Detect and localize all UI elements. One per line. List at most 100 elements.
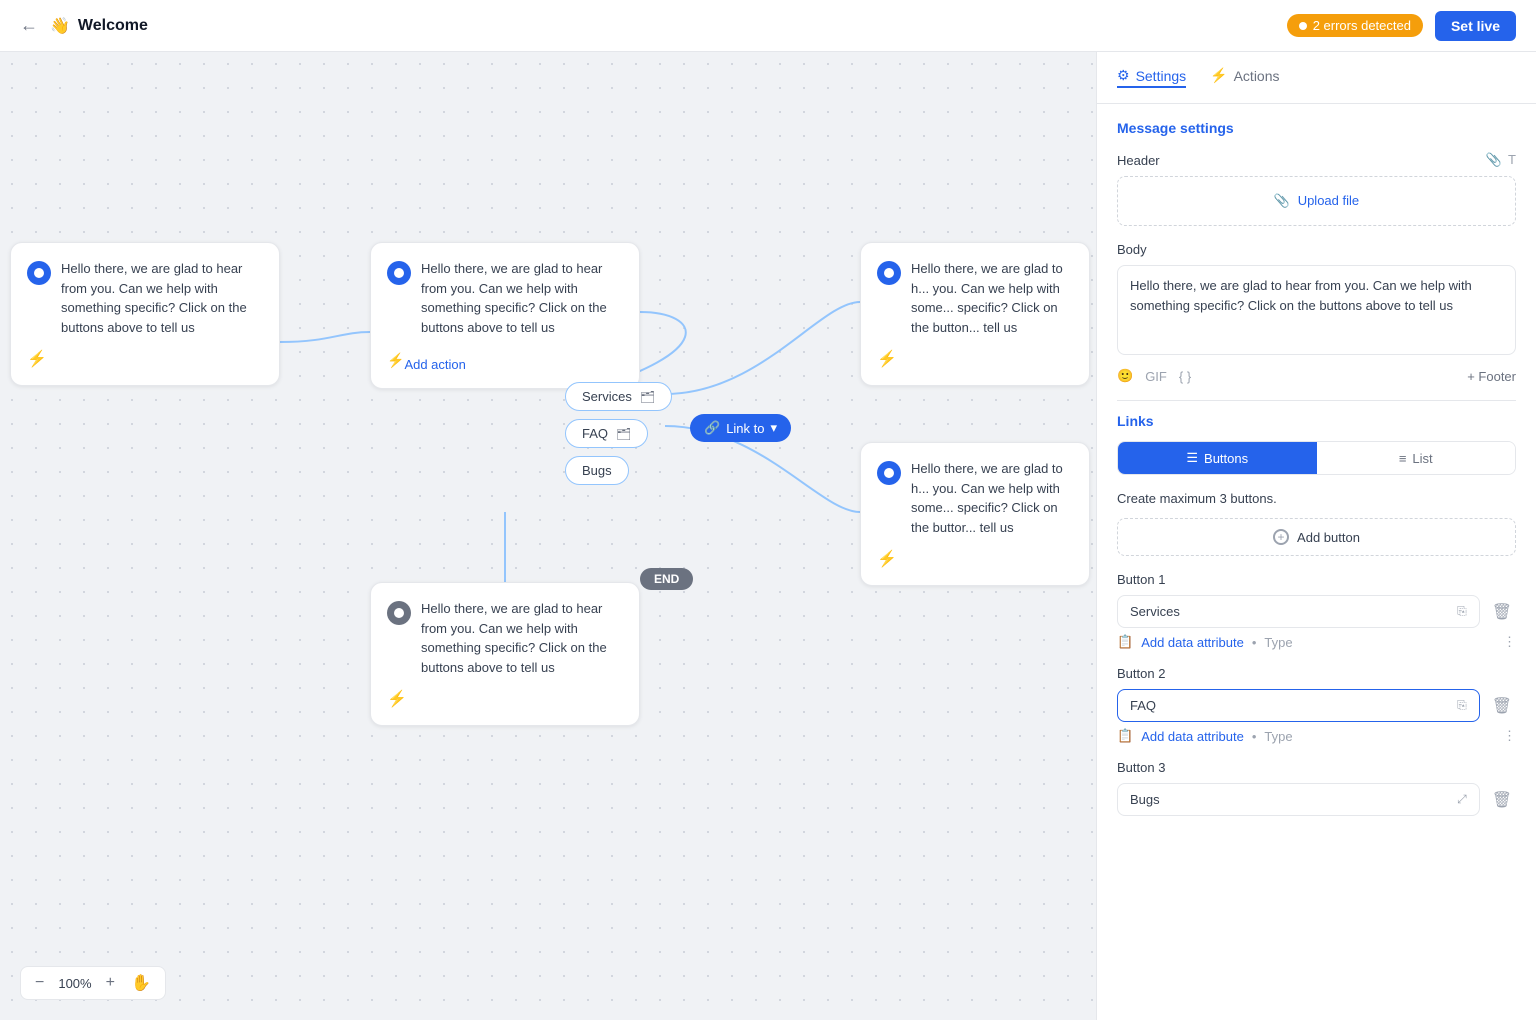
add-action-link[interactable]: Add action — [404, 357, 465, 372]
header-label-icons: 📎 T — [1486, 152, 1516, 168]
zoom-out-button[interactable]: − — [29, 972, 50, 994]
node-2-icon — [387, 261, 411, 285]
page-title-text: Welcome — [78, 17, 148, 35]
more-icon-2[interactable]: ⋮ — [1503, 728, 1516, 744]
tab-buttons-label: Buttons — [1204, 451, 1248, 466]
header-field-label: Header 📎 T — [1117, 152, 1516, 168]
button1-copy-icon[interactable]: ⎘ — [1457, 604, 1467, 619]
tab-list-label: List — [1412, 451, 1432, 466]
button2-row: FAQ ⎘ 🗑 — [1117, 689, 1516, 722]
node-5-text: Hello there, we are glad to hear from yo… — [421, 599, 623, 677]
button2-delete-btn[interactable]: 🗑 — [1488, 692, 1516, 720]
tab-list-btn[interactable]: ≡ List — [1317, 442, 1516, 474]
tab-switcher: ☰ Buttons ≡ List — [1117, 441, 1516, 475]
button2-copy-icon[interactable]: ⎘ — [1457, 698, 1467, 713]
buttons-list-icon: ☰ — [1186, 450, 1198, 466]
tab-settings-label: Settings — [1136, 68, 1187, 84]
bullet-1: • — [1252, 635, 1257, 650]
node-4-text: Hello there, we are glad to h... you. Ca… — [911, 459, 1073, 537]
settings-icon: ⚙ — [1117, 67, 1130, 84]
button3-row: Bugs ⤢ 🗑 — [1117, 783, 1516, 816]
paperclip-icon[interactable]: 📎 — [1486, 152, 1502, 168]
button3-input[interactable]: Bugs ⤢ — [1117, 783, 1480, 816]
tab-actions[interactable]: ⚡ Actions — [1210, 67, 1279, 88]
bolt-icon-4: ⚡ — [877, 549, 897, 569]
create-max-text: Create maximum 3 buttons. — [1117, 491, 1516, 506]
data-attr-row-1[interactable]: 📋 Add data attribute • Type ⋮ — [1117, 634, 1516, 650]
list-icon: ≡ — [1399, 451, 1407, 466]
panel-tabs: ⚙ Settings ⚡ Actions — [1097, 52, 1536, 104]
topbar-right: 2 errors detected Set live — [1287, 11, 1516, 41]
tab-buttons-btn[interactable]: ☰ Buttons — [1118, 442, 1317, 474]
gif-icon[interactable]: 🙂 — [1117, 368, 1133, 384]
pill-services-text: Services — [582, 389, 632, 404]
pill-services[interactable]: Services 🗂 — [565, 382, 672, 411]
body-toolbar: 🙂 GIF { } + Footer — [1117, 368, 1516, 384]
upload-label: Upload file — [1298, 193, 1359, 208]
pill-bugs[interactable]: Bugs — [565, 456, 629, 485]
bolt-icon-1: ⚡ — [27, 349, 47, 369]
node-3: Hello there, we are glad to h... you. Ca… — [860, 242, 1090, 386]
errors-text: 2 errors detected — [1313, 18, 1411, 33]
bolt-icon-3: ⚡ — [877, 349, 897, 369]
node-4: Hello there, we are glad to h... you. Ca… — [860, 442, 1090, 586]
hand-tool-button[interactable]: ✋ — [125, 971, 157, 995]
end-badge: END — [640, 568, 693, 590]
footer-label: + Footer — [1467, 369, 1516, 384]
add-data-attr-2: Add data attribute — [1141, 729, 1244, 744]
button2-input[interactable]: FAQ ⎘ — [1117, 689, 1480, 722]
footer-add[interactable]: + Footer — [1467, 369, 1516, 384]
node-2-footer: ⚡ Add action — [387, 349, 623, 372]
add-button-label: Add button — [1297, 530, 1360, 545]
button1-delete-btn[interactable]: 🗑 — [1488, 598, 1516, 626]
node-1-text: Hello there, we are glad to hear from yo… — [61, 259, 263, 337]
code-label[interactable]: { } — [1179, 369, 1191, 384]
header-label-text: Header — [1117, 153, 1160, 168]
upload-area[interactable]: 📎 Upload file — [1117, 176, 1516, 226]
node-1-footer: ⚡ — [27, 349, 263, 369]
node-4-header: Hello there, we are glad to h... you. Ca… — [877, 459, 1073, 537]
topbar: ← 👋 Welcome 2 errors detected Set live — [0, 0, 1536, 52]
pill-faq[interactable]: FAQ 🗂 — [565, 419, 648, 448]
pill-services-icon: 🗂 — [640, 390, 655, 404]
button1-value: Services — [1130, 604, 1457, 619]
node-3-text: Hello there, we are glad to h... you. Ca… — [911, 259, 1073, 337]
data-type-2: Type — [1264, 729, 1292, 744]
node-5-icon — [387, 601, 411, 625]
button1-label: Button 1 — [1117, 572, 1516, 587]
divider-1 — [1117, 400, 1516, 401]
panel-content: Message settings Header 📎 T 📎 Upload fil… — [1097, 104, 1536, 1020]
button2-value: FAQ — [1130, 698, 1457, 713]
node-5: Hello there, we are glad to hear from yo… — [370, 582, 640, 726]
more-icon-1[interactable]: ⋮ — [1503, 634, 1516, 650]
node-2-header: Hello there, we are glad to hear from yo… — [387, 259, 623, 337]
link-to-button[interactable]: 🔗 Link to ▾ — [690, 414, 791, 442]
text-icon[interactable]: T — [1508, 152, 1516, 168]
node-2-text: Hello there, we are glad to hear from yo… — [421, 259, 623, 337]
set-live-button[interactable]: Set live — [1435, 11, 1516, 41]
node-1-icon — [27, 261, 51, 285]
chevron-down-icon: ▾ — [771, 420, 778, 436]
bullet-2: • — [1252, 729, 1257, 744]
pill-faq-icon: 🗂 — [616, 427, 631, 441]
node-3-footer: ⚡ — [877, 349, 1073, 369]
body-textarea[interactable] — [1117, 265, 1516, 355]
errors-dot — [1299, 22, 1307, 30]
link-icon: 🔗 — [704, 420, 720, 436]
zoom-in-button[interactable]: + — [100, 972, 121, 994]
button3-expand-icon[interactable]: ⤢ — [1457, 792, 1467, 807]
button1-input[interactable]: Services ⎘ — [1117, 595, 1480, 628]
data-attr-icon-1: 📋 — [1117, 634, 1133, 650]
back-button[interactable]: ← — [20, 15, 38, 36]
canvas-area[interactable]: Hello there, we are glad to hear from yo… — [0, 52, 1096, 1020]
tab-settings[interactable]: ⚙ Settings — [1117, 67, 1186, 88]
links-title: Links — [1117, 413, 1516, 429]
data-attr-icon-2: 📋 — [1117, 728, 1133, 744]
add-button-btn[interactable]: + Add button — [1117, 518, 1516, 556]
upload-icon: 📎 — [1274, 193, 1290, 208]
gif-label[interactable]: GIF — [1145, 369, 1167, 384]
button2-label: Button 2 — [1117, 666, 1516, 681]
button3-delete-btn[interactable]: 🗑 — [1488, 786, 1516, 814]
data-attr-row-2[interactable]: 📋 Add data attribute • Type ⋮ — [1117, 728, 1516, 744]
body-label: Body — [1117, 242, 1516, 257]
